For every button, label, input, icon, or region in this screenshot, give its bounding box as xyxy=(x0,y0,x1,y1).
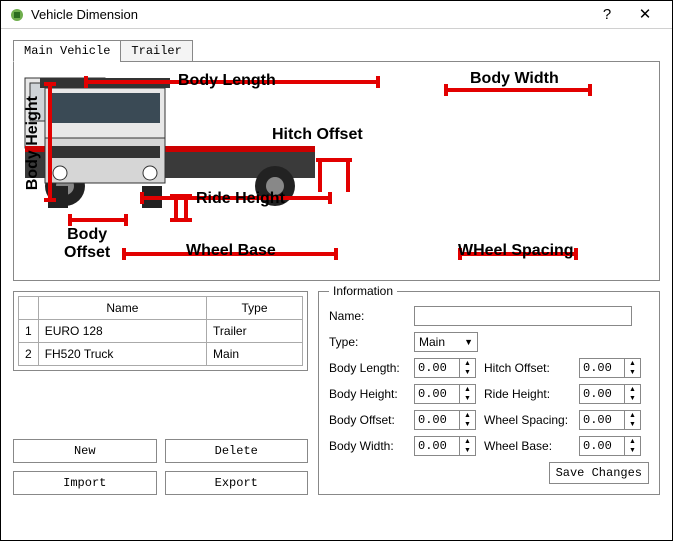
spin-up-icon[interactable]: ▲ xyxy=(460,385,475,394)
save-changes-button[interactable]: Save Changes xyxy=(549,462,649,484)
row-index: 2 xyxy=(19,343,39,366)
type-value: Main xyxy=(419,335,445,349)
help-button[interactable]: ? xyxy=(588,1,626,29)
body-length-label: Body Length: xyxy=(329,361,414,375)
type-select[interactable]: Main ▼ xyxy=(414,332,478,352)
new-button[interactable]: New xyxy=(13,439,157,463)
delete-button[interactable]: Delete xyxy=(165,439,309,463)
spin-up-icon[interactable]: ▲ xyxy=(625,385,640,394)
tab-trailer[interactable]: Trailer xyxy=(120,40,192,62)
body-length-input[interactable]: ▲▼ xyxy=(414,358,476,378)
cell-name: FH520 Truck xyxy=(38,343,206,366)
chevron-down-icon: ▼ xyxy=(464,337,473,347)
import-button[interactable]: Import xyxy=(13,471,157,495)
label-body-width: Body Width xyxy=(470,70,559,88)
type-label: Type: xyxy=(329,335,414,349)
spin-down-icon[interactable]: ▼ xyxy=(625,420,640,429)
body-height-label: Body Height: xyxy=(329,387,414,401)
label-wheel-base: Wheel Base xyxy=(186,242,276,260)
vehicle-table: Name Type 1 EURO 128 Trailer 2 FH520 Tru… xyxy=(13,291,308,371)
table-row[interactable]: 1 EURO 128 Trailer xyxy=(19,320,303,343)
body-width-input[interactable]: ▲▼ xyxy=(414,436,476,456)
spin-down-icon[interactable]: ▼ xyxy=(460,446,475,455)
export-button[interactable]: Export xyxy=(165,471,309,495)
spin-up-icon[interactable]: ▲ xyxy=(460,437,475,446)
col-name: Name xyxy=(38,297,206,320)
label-body-length: Body Length xyxy=(178,72,276,90)
label-ride-height: Ride Height xyxy=(196,190,285,208)
wheel-base-input[interactable]: ▲▼ xyxy=(579,436,641,456)
titlebar: Vehicle Dimension ? ✕ xyxy=(1,1,672,29)
spin-up-icon[interactable]: ▲ xyxy=(625,411,640,420)
wheel-base-label: Wheel Base: xyxy=(484,439,579,453)
spin-up-icon[interactable]: ▲ xyxy=(460,359,475,368)
wheel-spacing-input[interactable]: ▲▼ xyxy=(579,410,641,430)
close-button[interactable]: ✕ xyxy=(626,1,664,29)
spin-down-icon[interactable]: ▼ xyxy=(625,394,640,403)
tab-main-vehicle[interactable]: Main Vehicle xyxy=(13,40,121,62)
spin-down-icon[interactable]: ▼ xyxy=(460,394,475,403)
app-icon xyxy=(9,7,25,23)
cell-type: Main xyxy=(207,343,303,366)
ride-height-label: Ride Height: xyxy=(484,387,579,401)
table-header: Name Type xyxy=(19,297,303,320)
window-title: Vehicle Dimension xyxy=(31,7,588,22)
label-body-offset: Body Offset xyxy=(64,226,110,262)
tabs: Main Vehicle Trailer xyxy=(13,40,660,62)
label-hitch-offset: Hitch Offset xyxy=(272,126,363,144)
spin-down-icon[interactable]: ▼ xyxy=(460,368,475,377)
spin-down-icon[interactable]: ▼ xyxy=(625,368,640,377)
name-input[interactable] xyxy=(414,306,632,326)
spin-down-icon[interactable]: ▼ xyxy=(460,420,475,429)
body-width-label: Body Width: xyxy=(329,439,414,453)
info-legend: Information xyxy=(329,284,397,298)
ride-height-input[interactable]: ▲▼ xyxy=(579,384,641,404)
body-height-input[interactable]: ▲▼ xyxy=(414,384,476,404)
body-offset-input[interactable]: ▲▼ xyxy=(414,410,476,430)
row-index: 1 xyxy=(19,320,39,343)
diagram-panel: Body Length Body Height Hitch Offset Rid… xyxy=(13,61,660,281)
table-row[interactable]: 2 FH520 Truck Main xyxy=(19,343,303,366)
cell-type: Trailer xyxy=(207,320,303,343)
hitch-offset-label: Hitch Offset: xyxy=(484,361,579,375)
col-type: Type xyxy=(207,297,303,320)
wheel-spacing-label: Wheel Spacing: xyxy=(484,413,579,427)
label-wheel-spacing: WHeel Spacing xyxy=(458,242,574,260)
hitch-offset-input[interactable]: ▲▼ xyxy=(579,358,641,378)
label-body-height: Body Height xyxy=(24,96,42,190)
name-label: Name: xyxy=(329,309,414,323)
spin-up-icon[interactable]: ▲ xyxy=(625,437,640,446)
spin-down-icon[interactable]: ▼ xyxy=(625,446,640,455)
body-offset-label: Body Offset: xyxy=(329,413,414,427)
spin-up-icon[interactable]: ▲ xyxy=(625,359,640,368)
spin-up-icon[interactable]: ▲ xyxy=(460,411,475,420)
information-panel: Information Name: Type: Main ▼ Body Leng… xyxy=(318,291,660,495)
cell-name: EURO 128 xyxy=(38,320,206,343)
